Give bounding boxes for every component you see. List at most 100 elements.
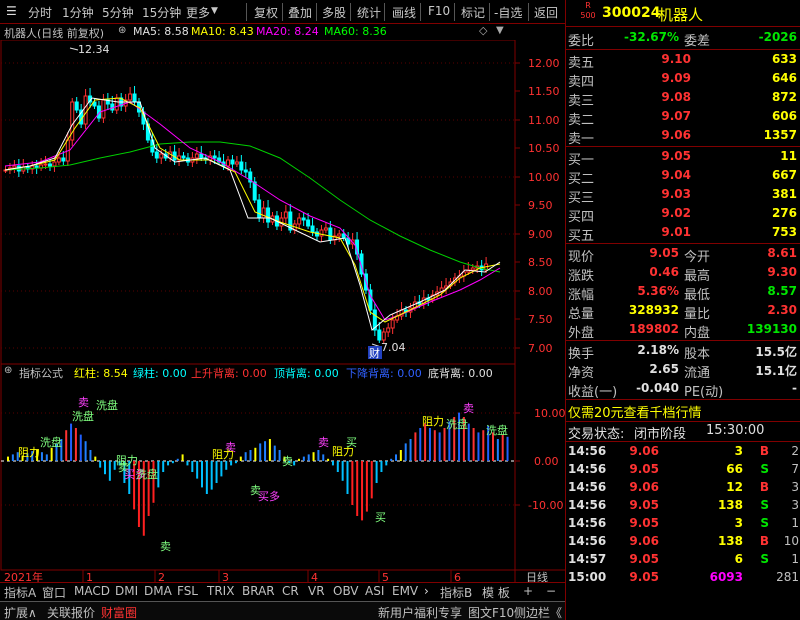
- fundamental-label: 换手: [568, 347, 595, 362]
- zoom-in-button[interactable]: +: [523, 584, 533, 598]
- bid-row: 买四 9.02 276: [566, 205, 800, 225]
- draw-line-button[interactable]: 画线: [392, 4, 416, 21]
- wealth-circle-button[interactable]: 财富圈: [101, 604, 137, 620]
- toolbar-divider: [384, 3, 385, 21]
- tick-row: 14:57 9.05 6 S 1: [566, 551, 800, 570]
- tab-scroll-icon[interactable]: ›: [424, 584, 429, 598]
- bid-price: 9.03: [661, 187, 691, 201]
- stat-label: 外盘: [568, 326, 595, 341]
- tab-5min[interactable]: 5分钟: [102, 4, 134, 21]
- divider: [566, 399, 800, 400]
- tab-window[interactable]: 窗口: [42, 584, 66, 601]
- toolbar-divider: [350, 3, 351, 21]
- fundamental-value: 2.18%: [637, 343, 679, 357]
- indicator-name[interactable]: 指标公式: [19, 365, 63, 381]
- tab-1min[interactable]: 1分钟: [62, 4, 94, 21]
- overlay-button[interactable]: 叠加: [288, 4, 312, 21]
- toolbar-divider: [246, 3, 247, 21]
- tick-price: 9.06: [629, 534, 659, 548]
- candlesticks: [3, 86, 489, 344]
- kline-chart[interactable]: 12.00 11.50 11.00 10.50 10.00 9.50 9.00 …: [0, 40, 565, 582]
- xaxis-month: 5: [382, 571, 389, 582]
- tab-template[interactable]: 模 板: [482, 584, 510, 601]
- f10-button[interactable]: F10: [428, 4, 450, 18]
- tab-fsl[interactable]: FSL: [177, 584, 198, 598]
- xaxis-month: 4: [311, 571, 318, 582]
- diamond-icon[interactable]: ◇: [479, 24, 487, 37]
- back-button[interactable]: 返回: [534, 4, 558, 21]
- tab-brar[interactable]: BRAR: [242, 584, 275, 598]
- dropdown-icon[interactable]: ▼: [496, 25, 504, 36]
- indicator-tab-bar: 指标A 窗口 MACD DMI DMA FSL TRIX BRAR CR VR …: [0, 582, 565, 600]
- restore-rights-button[interactable]: 复权: [254, 4, 278, 21]
- signal-label: 洗盘: [486, 423, 508, 437]
- mark-button[interactable]: 标记: [461, 4, 485, 21]
- tick-volume: 3: [734, 516, 743, 530]
- stat-row: 涨幅 5.36% 最低 8.57: [566, 283, 800, 303]
- tab-emv[interactable]: EMV: [392, 584, 418, 598]
- ask-volume: 1357: [763, 128, 797, 142]
- fundamental-label: 收益(一): [568, 385, 618, 400]
- ask-price: 9.09: [661, 71, 691, 85]
- ask-price: 9.08: [661, 90, 691, 104]
- tick-count: 2: [791, 444, 799, 458]
- tab-macd[interactable]: MACD: [74, 584, 110, 598]
- remove-watchlist-button[interactable]: -自选: [494, 4, 522, 21]
- tick-volume: 66: [726, 462, 743, 476]
- stat-row: 现价 9.05 今开 8.61: [566, 245, 800, 265]
- tab-asi[interactable]: ASI: [365, 584, 384, 598]
- stat-value: 2.30: [767, 303, 797, 317]
- tab-cr[interactable]: CR: [282, 584, 299, 598]
- tab-indicator-a[interactable]: 指标A: [4, 584, 36, 601]
- candle-body: [328, 227, 333, 241]
- financial-report-badge-label: 财: [369, 346, 380, 360]
- ma-dropdown-icon[interactable]: ⊛: [118, 25, 126, 36]
- signal-label: 卖: [463, 402, 474, 415]
- price-tick: 9.00: [528, 228, 553, 241]
- tick-volume: 3: [734, 444, 743, 458]
- candle-body: [261, 207, 266, 219]
- tick-volume: 6: [734, 552, 743, 566]
- stat-label: 最低: [684, 288, 711, 303]
- indicator-tick: 10.00: [534, 407, 565, 420]
- tab-dma[interactable]: DMA: [144, 584, 172, 598]
- candle-body: [283, 211, 288, 219]
- indicator-axis: 10.00 0.00 -10.00: [515, 407, 565, 512]
- tick-time: 14:56: [568, 480, 607, 494]
- stat-value: 9.05: [649, 246, 679, 260]
- candle-body: [226, 159, 230, 167]
- candle-body: [234, 161, 239, 165]
- stat-label: 今开: [684, 250, 711, 265]
- tab-trix[interactable]: TRIX: [207, 584, 234, 598]
- tab-15min[interactable]: 15分钟: [142, 4, 181, 21]
- tick-price: 9.05: [629, 552, 659, 566]
- tab-intraday[interactable]: 分时: [28, 4, 52, 21]
- tick-row: 14:56 9.06 12 B 3: [566, 479, 800, 498]
- sidebar-toggle-button[interactable]: 侧边栏《: [514, 604, 562, 620]
- signal-label: 卖: [318, 436, 329, 449]
- multi-stock-button[interactable]: 多股: [322, 4, 346, 21]
- statistics-button[interactable]: 统计: [357, 4, 381, 21]
- ask-volume: 606: [771, 109, 797, 123]
- fundamental-label: 流通: [684, 366, 711, 381]
- zoom-out-button[interactable]: −: [546, 584, 556, 598]
- tab-obv[interactable]: OBV: [333, 584, 359, 598]
- graphic-f10-button[interactable]: 图文F10: [468, 604, 514, 620]
- quote-panel: R 500 300024 机器人 委比 -32.67% 委差 -2026 卖五 9…: [565, 0, 800, 620]
- candle-body: [154, 151, 159, 159]
- tick-count: 281: [776, 570, 799, 584]
- menu-arrow-icon[interactable]: ☰: [6, 4, 17, 18]
- tick-time: 14:56: [568, 462, 607, 476]
- more-dropdown-icon[interactable]: ▼: [211, 6, 218, 16]
- level2-promo-link[interactable]: 仅需20元查看千档行情: [568, 402, 702, 421]
- indicator-menu-icon[interactable]: ⊛: [4, 365, 12, 376]
- related-quote-button[interactable]: 关联报价: [47, 604, 95, 620]
- tab-dmi[interactable]: DMI: [115, 584, 138, 598]
- tab-vr[interactable]: VR: [308, 584, 325, 598]
- candle-body: [470, 267, 475, 271]
- tab-indicator-b[interactable]: 指标B: [440, 584, 472, 601]
- new-user-promo-link[interactable]: 新用户福利专享: [378, 604, 462, 620]
- expand-button[interactable]: 扩展∧: [4, 604, 37, 620]
- period-label[interactable]: 日线: [526, 570, 548, 582]
- tab-more[interactable]: 更多: [186, 4, 210, 21]
